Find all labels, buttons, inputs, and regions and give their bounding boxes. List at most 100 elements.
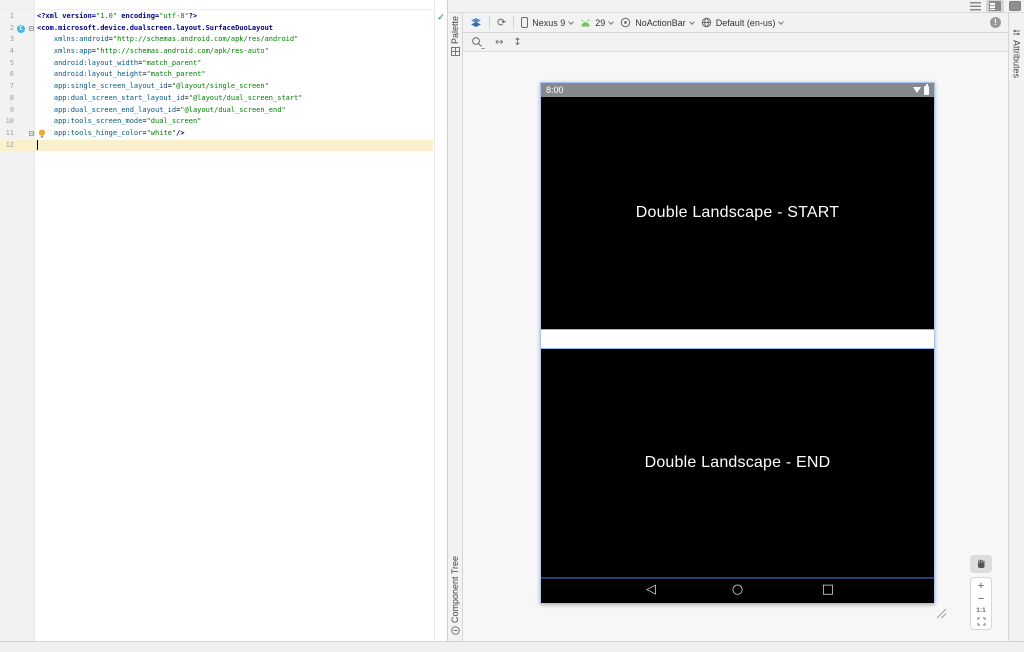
fold-marker[interactable]: [29, 131, 34, 137]
code-segment: <?xml version=: [37, 12, 97, 20]
theme-selector[interactable]: NoActionBar: [620, 17, 695, 28]
editor-rows: 1 <?xml version="1.0" encoding="utf-8"?> 2…: [0, 11, 433, 152]
zoom-out-button[interactable]: −: [978, 594, 984, 605]
device-selector-label: Nexus 9: [532, 17, 566, 28]
design-view-icon[interactable]: [1009, 1, 1021, 11]
component-tree-icon: [450, 626, 460, 635]
device-navbar: ◁ ○ □: [541, 579, 934, 603]
code-line[interactable]: 7 app:single_screen_layout_id="@layout/s…: [0, 81, 433, 93]
palette-tab-label: Palette: [450, 16, 460, 45]
editor-top-divider: [0, 9, 447, 10]
line-number: 8: [9, 93, 14, 102]
preview-resize-handle[interactable]: [936, 608, 947, 619]
line-number: 5: [9, 58, 14, 67]
canvas-zoom-controls: + − 1:1: [970, 555, 992, 630]
dual-screen-end-layout[interactable]: Double Landscape - END: [541, 349, 934, 579]
code-text: android:layout_width="match_parent": [37, 58, 433, 70]
code-view-icon[interactable]: [970, 1, 981, 11]
zoom-in-button[interactable]: +: [978, 581, 984, 592]
issues-indicator[interactable]: !: [990, 17, 1001, 28]
gutter-icon-cell: [16, 81, 26, 93]
code-segment: app:tools_screen_mode: [53, 117, 143, 126]
code-line[interactable]: 8 app:dual_screen_start_layout_id="@layo…: [0, 93, 433, 105]
fold-cell: [26, 69, 37, 81]
code-line[interactable]: 6 android:layout_height="match_parent": [0, 69, 433, 81]
phone-icon: [521, 17, 529, 28]
fold-cell: [26, 105, 37, 117]
code-editor[interactable]: 1 <?xml version="1.0" encoding="utf-8"?> 2…: [0, 0, 448, 641]
code-line[interactable]: 10 app:tools_screen_mode="dual_screen": [0, 116, 433, 128]
gutter-icon-cell: [16, 69, 26, 81]
design-zoom-toolbar: ↔ ↕: [463, 33, 1008, 52]
code-line[interactable]: 12: [0, 139, 433, 152]
code-text: app:tools_screen_mode="dual_screen": [37, 116, 433, 128]
code-segment: "@layout/dual_screen_end": [180, 105, 286, 114]
component-tree-tab[interactable]: Component Tree: [450, 556, 460, 635]
gutter-icon-cell: [16, 34, 26, 46]
line-number: 7: [9, 82, 14, 91]
nav-back-icon[interactable]: ◁: [646, 579, 656, 601]
dual-screen-start-layout[interactable]: Double Landscape - START: [541, 97, 934, 329]
vertical-arrows-icon[interactable]: ↕: [513, 37, 521, 48]
code-line[interactable]: 9 app:dual_screen_end_layout_id="@layout…: [0, 105, 433, 117]
code-segment: <com.microsoft.device.dualscreen.layout.…: [37, 23, 274, 32]
pan-button[interactable]: [970, 555, 992, 573]
code-segment: "@layout/dual_screen_start": [188, 93, 303, 102]
code-segment: "@layout/single_screen": [171, 82, 269, 91]
nav-recents-icon[interactable]: □: [822, 579, 834, 601]
code-line[interactable]: 2 C <com.microsoft.device.dualscreen.layou…: [0, 23, 433, 35]
orientation-icon[interactable]: ⟳: [497, 17, 506, 28]
zoom-fit-icon[interactable]: [977, 617, 986, 626]
design-editor: Palette Component Tree ⟳ Nexus 9 29 NoAc…: [448, 0, 1024, 641]
fold-cell: [26, 128, 37, 140]
code-line[interactable]: 5 android:layout_width="match_parent": [0, 58, 433, 70]
horizontal-arrows-icon[interactable]: ↔: [495, 37, 503, 48]
code-text: app:dual_screen_start_layout_id="@layout…: [37, 93, 433, 105]
code-segment: "utf-8": [159, 12, 189, 20]
inspections-ok-icon[interactable]: ✓: [437, 12, 445, 23]
line-number: 2: [9, 23, 14, 32]
code-line[interactable]: 4 xmlns:app="http://schemas.android.com/…: [0, 46, 433, 58]
code-segment: "http://schemas.android.com/apk/res-auto…: [96, 47, 269, 56]
status-time: 8:00: [546, 85, 564, 95]
design-surface: ⟳ Nexus 9 29 NoActionBar Default (en-us)…: [463, 13, 1008, 641]
palette-tab[interactable]: Palette: [450, 16, 460, 57]
battery-icon: [924, 83, 929, 95]
attributes-tab[interactable]: Attributes: [1012, 28, 1022, 78]
code-text: app:tools_hinge_color="white"/>: [37, 128, 433, 140]
design-surface-toggle-icon[interactable]: [470, 17, 482, 29]
palette-icon: [450, 47, 460, 57]
code-line[interactable]: 3 xmlns:android="http://schemas.android.…: [0, 34, 433, 46]
class-gutter-icon[interactable]: C: [17, 24, 25, 33]
zoom-select-icon[interactable]: [471, 36, 485, 49]
fold-marker[interactable]: [29, 26, 34, 32]
code-segment: "1.0": [96, 12, 118, 20]
preview-canvas[interactable]: 8:00 Double Landscape - START Double Lan…: [463, 52, 1008, 641]
split-view-button[interactable]: [986, 0, 1004, 13]
chevron-down-icon: [568, 18, 575, 25]
locale-selector[interactable]: Default (en-us): [701, 17, 785, 28]
code-segment: app:dual_screen_end_layout_id: [53, 105, 177, 114]
gutter-icon-cell: [16, 46, 26, 58]
fold-cell: [26, 140, 37, 152]
start-screen-label: Double Landscape - START: [635, 204, 840, 221]
code-line[interactable]: 11 app:tools_hinge_color="white"/>: [0, 128, 433, 140]
device-hinge[interactable]: [541, 329, 934, 349]
device-selector[interactable]: Nexus 9: [521, 17, 575, 28]
chevron-down-icon: [608, 18, 615, 25]
gutter-icon-cell: C: [16, 23, 26, 35]
zoom-actual-button[interactable]: 1:1: [976, 607, 985, 614]
fold-cell: [26, 116, 37, 128]
api-level-selector[interactable]: 29: [580, 18, 615, 28]
code-segment: app:tools_hinge_color: [53, 128, 143, 137]
nav-home-icon[interactable]: ○: [732, 579, 743, 601]
zoom-panel: + − 1:1: [970, 577, 992, 630]
code-segment: "match_parent": [146, 70, 206, 79]
code-line[interactable]: 1 <?xml version="1.0" encoding="utf-8"?>: [0, 11, 433, 23]
device-preview[interactable]: 8:00 Double Landscape - START Double Lan…: [540, 82, 935, 604]
toolbar-separator: [489, 16, 490, 29]
split-view-icon: [989, 1, 1001, 11]
